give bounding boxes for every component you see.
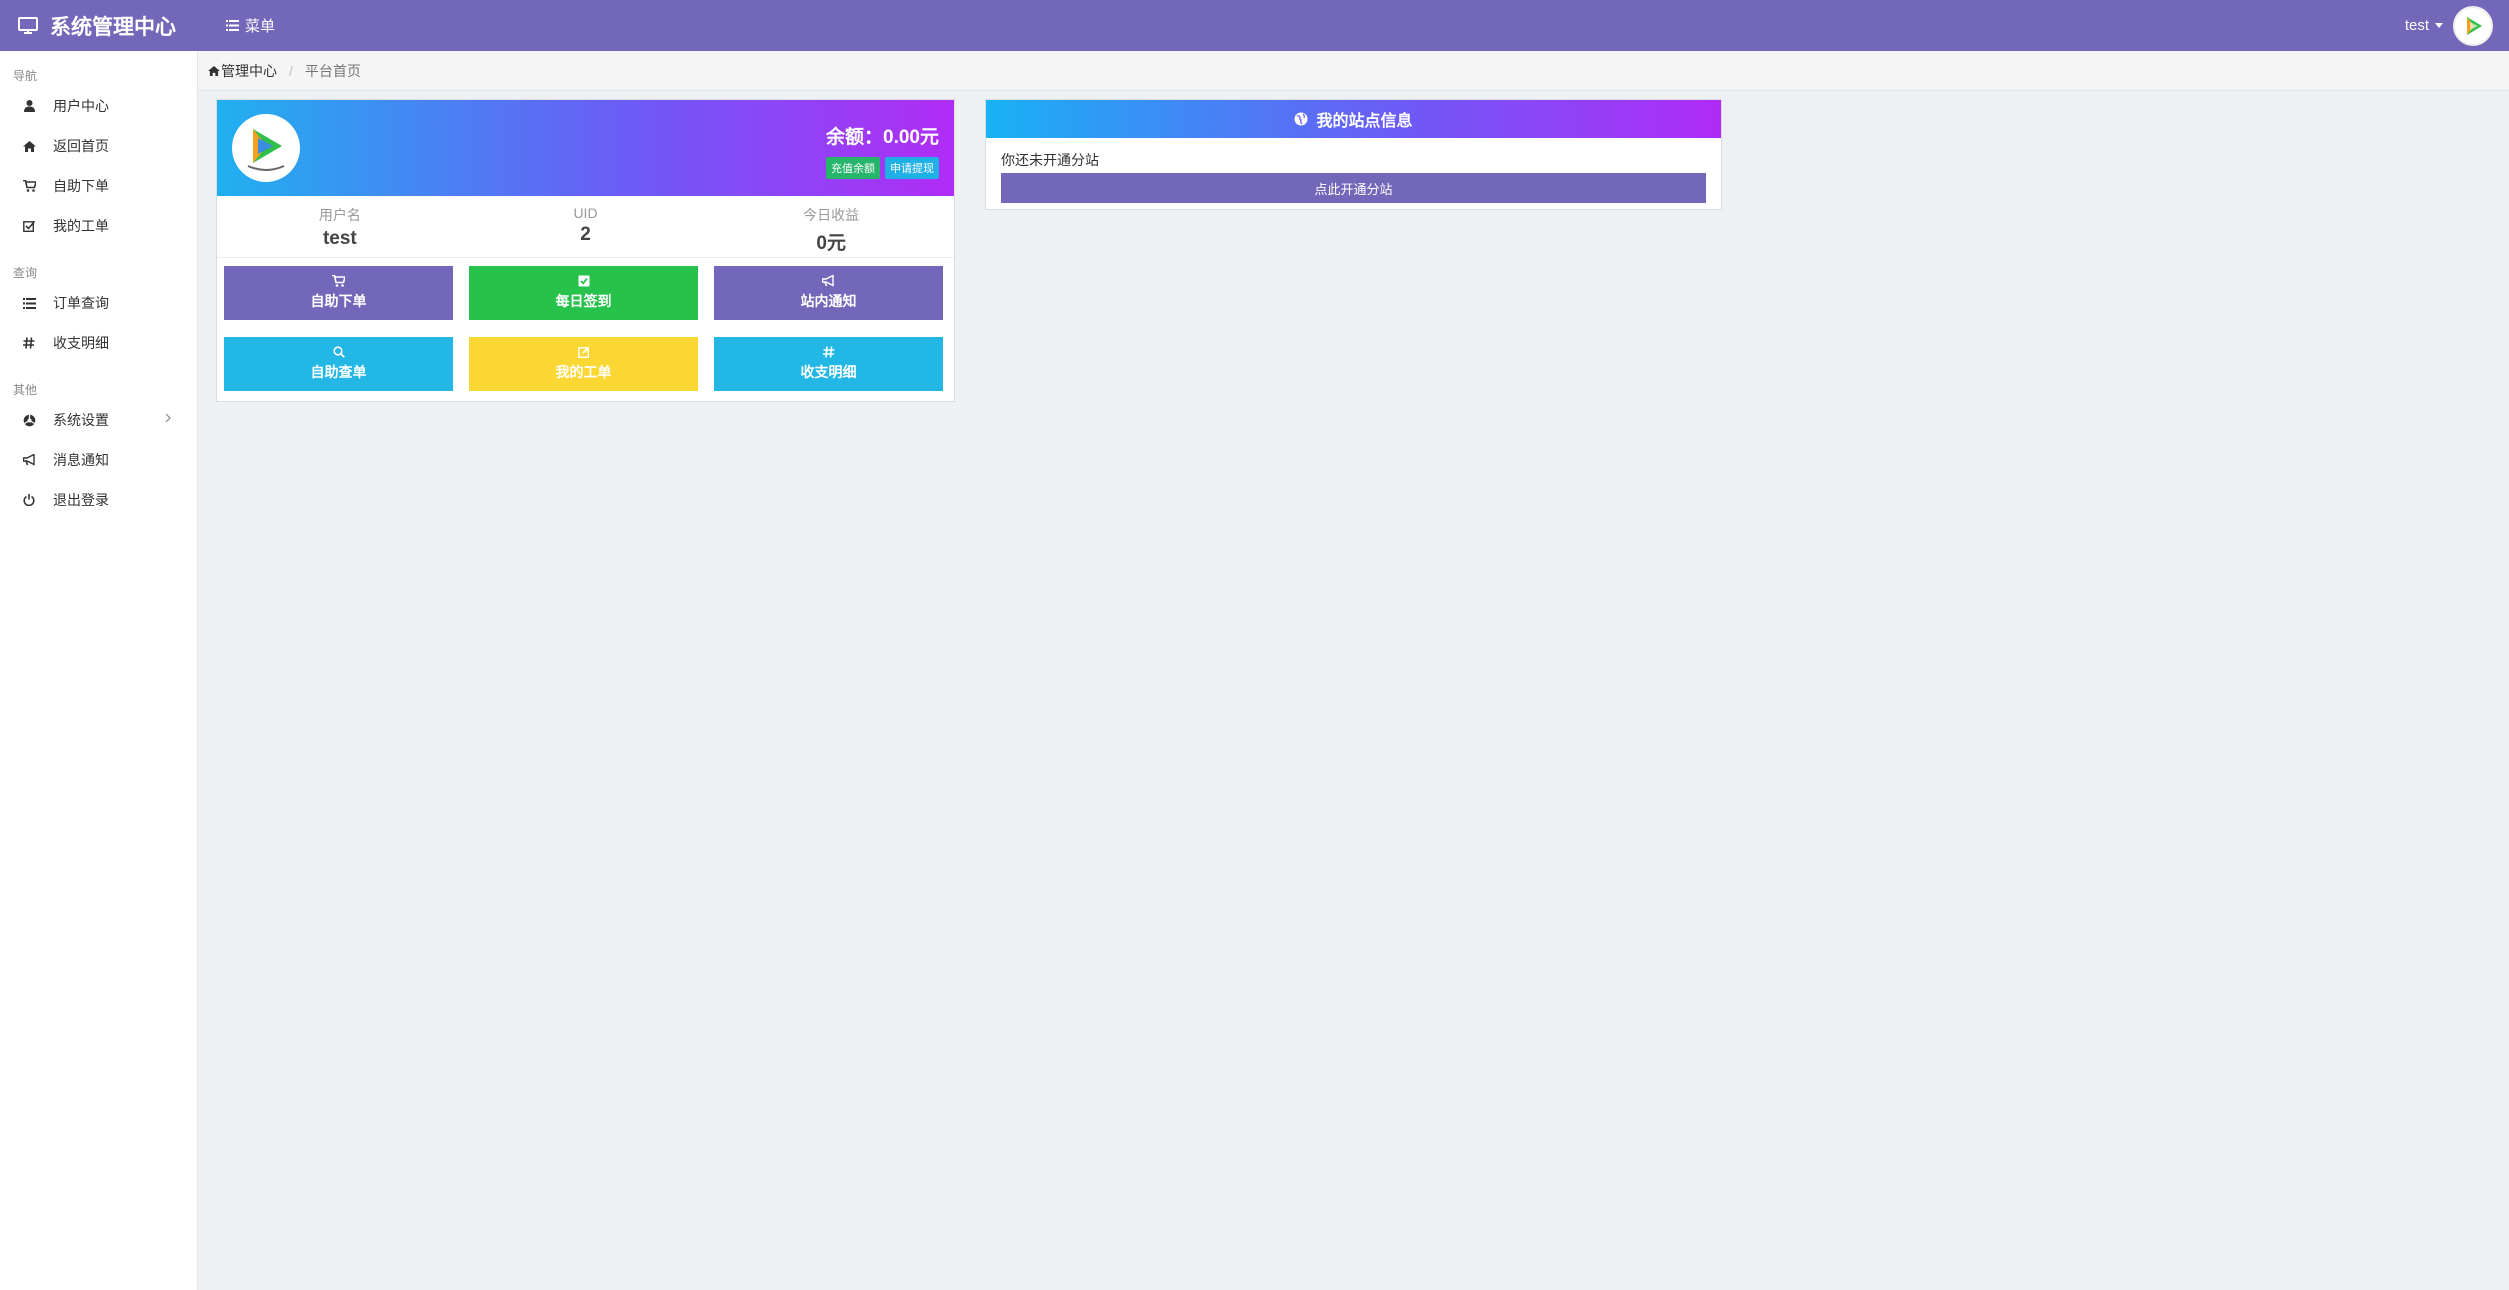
menu-label: 菜单 <box>245 18 276 35</box>
sidebar-item-label: 用户中心 <box>53 98 109 114</box>
sidebar-item-self-order[interactable]: 自助下单 <box>0 166 197 206</box>
quick-actions: 自助下单 每日签到 站内通知 自助查单 我的工单 收支明细 <box>217 258 954 391</box>
daily-checkin-button[interactable]: 每日签到 <box>469 266 698 320</box>
breadcrumb-home-label: 管理中心 <box>221 62 277 79</box>
stat-today-income: 今日收益 0元 <box>708 196 954 257</box>
sidebar-item-transactions[interactable]: 收支明细 <box>0 323 197 363</box>
action-label: 每日签到 <box>555 293 612 309</box>
avatar[interactable] <box>2453 5 2493 46</box>
bullhorn-icon <box>822 275 835 287</box>
stat-username: 用户名 test <box>217 196 463 257</box>
sidebar-section-title: 查询 <box>13 266 38 280</box>
user-name: test <box>2404 17 2429 34</box>
sidebar-item-label: 订单查询 <box>53 295 109 311</box>
stat-value: 2 <box>580 224 591 245</box>
home-icon <box>21 140 37 152</box>
settings-icon <box>21 414 37 427</box>
site-info-panel: 我的站点信息 你还未开通分站 点此开通分站 <box>985 99 1722 210</box>
sidebar-item-label: 收支明细 <box>53 335 109 351</box>
account-stats: 用户名 test UID 2 今日收益 0元 <box>217 196 954 258</box>
stat-value: 0元 <box>816 233 846 254</box>
stat-label: 用户名 <box>318 207 361 223</box>
cart-icon <box>21 180 37 192</box>
sidebar-item-label: 系统设置 <box>53 412 109 428</box>
edit-square-icon <box>577 346 590 358</box>
action-label: 我的工单 <box>555 364 612 380</box>
power-icon <box>21 494 37 506</box>
sidebar-item-my-tickets[interactable]: 我的工单 <box>0 206 197 246</box>
check-square-icon <box>21 220 37 232</box>
action-label: 自助查单 <box>310 364 367 380</box>
globe-icon <box>1294 112 1308 126</box>
stat-value: test <box>322 228 357 249</box>
hash-icon <box>822 346 835 358</box>
self-query-button[interactable]: 自助查单 <box>224 337 453 391</box>
action-label: 站内通知 <box>800 293 857 309</box>
site-status-message: 你还未开通分站 <box>1001 152 1099 168</box>
action-label: 收支明细 <box>800 364 857 380</box>
sidebar-item-label: 退出登录 <box>53 492 109 508</box>
sidebar-item-notifications[interactable]: 消息通知 <box>0 440 197 480</box>
breadcrumb-current: 平台首页 <box>304 62 361 79</box>
stat-label: 今日收益 <box>803 207 860 223</box>
sidebar-section-title: 其他 <box>13 383 38 397</box>
check-square-icon <box>578 275 590 287</box>
sidebar-section-title: 导航 <box>13 69 38 83</box>
site-info-header: 我的站点信息 <box>986 100 1721 138</box>
breadcrumb: 管理中心 / 平台首页 <box>198 51 2509 91</box>
chevron-right-icon <box>165 413 171 423</box>
user-icon <box>21 100 37 112</box>
brand[interactable]: 系统管理中心 <box>0 11 198 41</box>
sidebar-item-settings[interactable]: 系统设置 <box>0 400 197 440</box>
search-icon <box>332 346 345 358</box>
cart-icon <box>332 275 345 287</box>
sidebar-item-logout[interactable]: 退出登录 <box>0 480 197 520</box>
caret-down-icon <box>2435 23 2443 28</box>
balance-text: 余额：0.00元 <box>826 127 939 148</box>
self-order-button[interactable]: 自助下单 <box>224 266 453 320</box>
list-icon <box>21 297 37 309</box>
transactions-button[interactable]: 收支明细 <box>714 337 943 391</box>
open-substation-button[interactable]: 点此开通分站 <box>1001 173 1706 203</box>
list-icon <box>226 20 239 31</box>
balance-actions: 充值余额 申请提现 <box>826 157 939 179</box>
hash-icon <box>21 337 37 349</box>
menu-toggle-button[interactable]: 菜单 <box>226 15 275 36</box>
avatar <box>232 114 300 182</box>
sidebar-item-label: 消息通知 <box>53 452 109 468</box>
sidebar-item-home[interactable]: 返回首页 <box>0 126 197 166</box>
my-tickets-button[interactable]: 我的工单 <box>469 337 698 391</box>
top-navbar: 系统管理中心 菜单 test <box>0 0 2509 51</box>
user-menu[interactable]: test <box>2405 0 2493 51</box>
stat-uid: UID 2 <box>463 196 709 257</box>
account-header: 余额：0.00元 充值余额 申请提现 <box>217 100 954 196</box>
bullhorn-icon <box>21 454 37 466</box>
action-label: 自助下单 <box>310 293 367 309</box>
stat-label: UID <box>573 205 598 221</box>
account-panel: 余额：0.00元 充值余额 申请提现 用户名 test UID 2 今日收益 0… <box>216 99 955 402</box>
sidebar-item-order-query[interactable]: 订单查询 <box>0 283 197 323</box>
sidebar-item-label: 返回首页 <box>53 138 109 154</box>
recharge-button[interactable]: 充值余额 <box>826 157 880 179</box>
sidebar: 导航 用户中心 返回首页 自助下单 我的工单 查询 订单查询 收支明细 其他 系… <box>0 51 198 1290</box>
site-notice-button[interactable]: 站内通知 <box>714 266 943 320</box>
site-info-title: 我的站点信息 <box>1316 113 1413 130</box>
breadcrumb-home-link[interactable]: 管理中心 <box>208 61 277 81</box>
sidebar-item-label: 我的工单 <box>53 218 109 234</box>
breadcrumb-separator: / <box>289 62 293 79</box>
home-icon <box>208 65 220 76</box>
monitor-icon <box>18 16 38 35</box>
brand-title: 系统管理中心 <box>50 15 176 39</box>
sidebar-item-user-center[interactable]: 用户中心 <box>0 86 197 126</box>
withdraw-button[interactable]: 申请提现 <box>885 157 939 179</box>
sidebar-item-label: 自助下单 <box>53 178 109 194</box>
